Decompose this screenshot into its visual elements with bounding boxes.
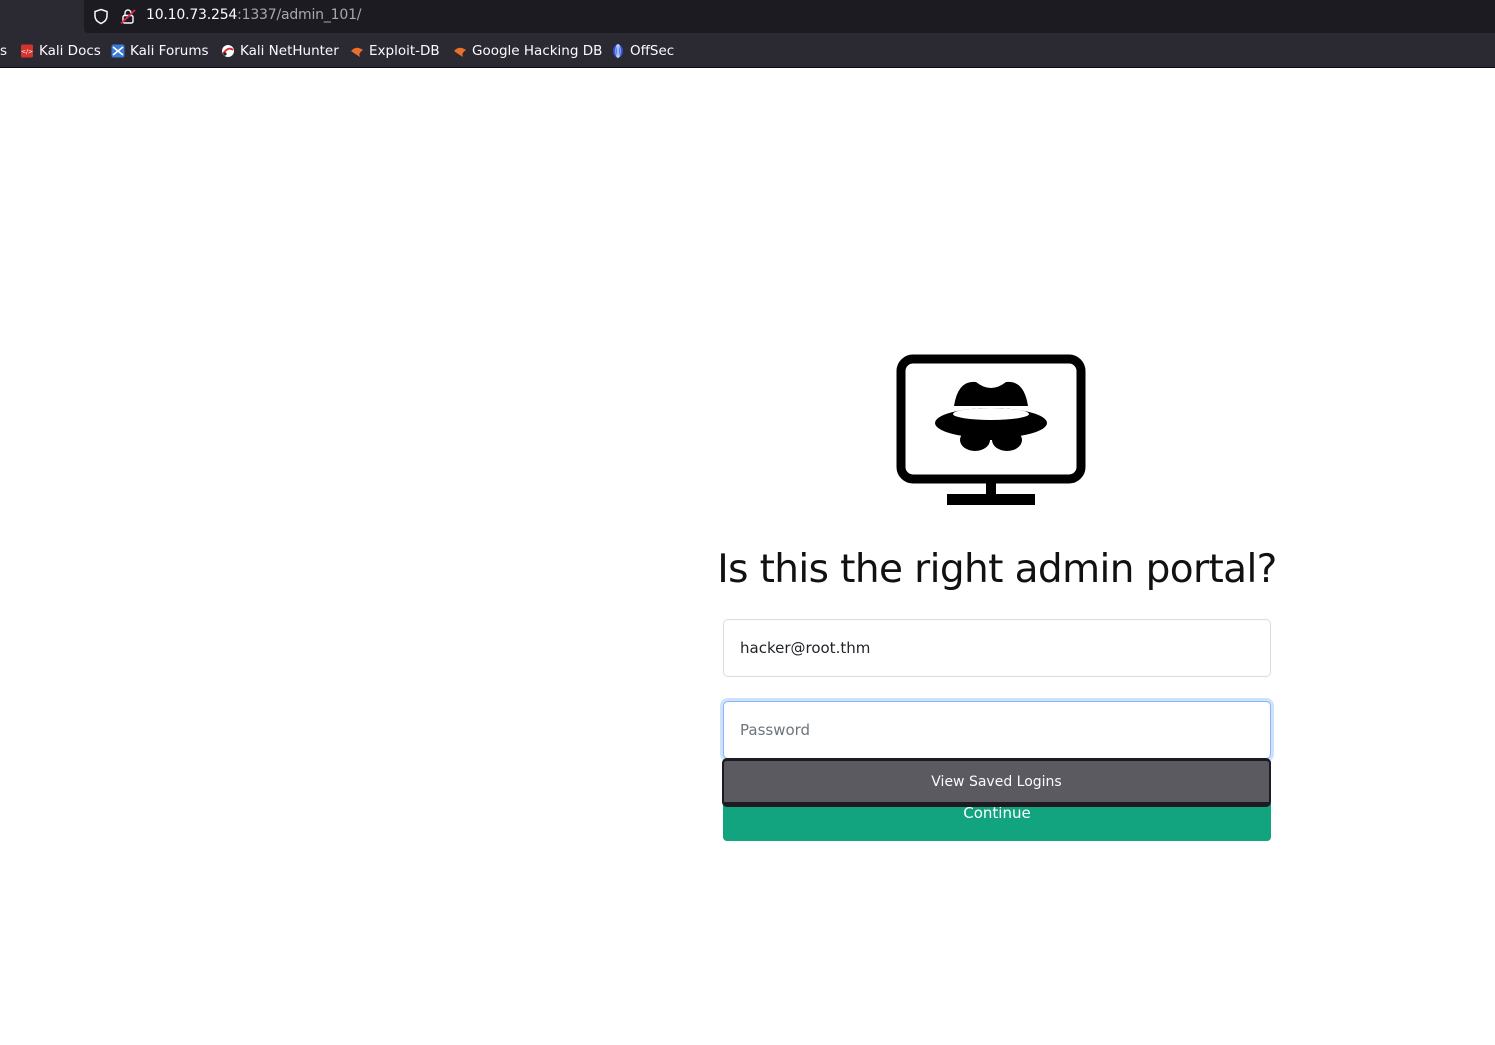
bookmark-kali-forums[interactable]: Kali Forums <box>111 42 209 60</box>
browser-toolbar: 10.10.73.254:1337/admin_101/ <box>0 0 1495 35</box>
email-value: hacker@root.thm <box>740 639 871 657</box>
bookmark-label: Exploit-DB <box>369 43 440 59</box>
bookmark-label: Kali Docs <box>39 43 101 59</box>
page-title: Is this the right admin portal? <box>717 547 1277 592</box>
bookmark-label: s <box>0 43 8 59</box>
bookmark-label: OffSec <box>630 43 675 59</box>
email-field[interactable]: hacker@root.thm <box>723 619 1271 677</box>
bookmark-google-hacking-db[interactable]: Google Hacking DB <box>453 42 602 60</box>
kali-forums-icon <box>111 44 125 58</box>
bookmarks-toolbar: s </> Kali Docs Kali Forums Kali NetHunt… <box>0 35 1495 68</box>
bookmark-exploit-db[interactable]: Exploit-DB <box>350 42 440 60</box>
kali-nethunter-icon <box>221 44 235 58</box>
bookmark-label: Kali NetHunter <box>240 43 339 59</box>
bookmark-offsec[interactable]: OffSec <box>611 42 674 60</box>
bookmark-kali-nethunter[interactable]: Kali NetHunter <box>221 42 339 60</box>
exploit-db-icon <box>350 44 364 58</box>
bookmark-kali-docs[interactable]: </> Kali Docs <box>20 42 101 60</box>
offsec-icon <box>611 44 625 58</box>
tracking-protection-shield-icon[interactable] <box>93 8 109 29</box>
bookmark-label: Kali Forums <box>130 43 209 59</box>
password-field[interactable]: Password <box>723 701 1271 759</box>
view-saved-logins-button[interactable]: View Saved Logins <box>722 758 1271 807</box>
toolbar-spacer <box>0 0 84 35</box>
svg-text:</>: </> <box>21 49 33 56</box>
bookmark-label: Google Hacking DB <box>472 43 603 59</box>
url-host: 10.10.73.254 <box>146 7 238 23</box>
saved-logins-label: View Saved Logins <box>931 773 1062 790</box>
kali-docs-icon: </> <box>20 44 34 58</box>
insecure-lock-icon[interactable] <box>120 8 136 29</box>
monitor-spy-icon <box>896 354 1086 507</box>
address-bar[interactable]: 10.10.73.254:1337/admin_101/ <box>84 0 1495 33</box>
password-placeholder: Password <box>740 721 811 739</box>
bookmark-truncated[interactable]: s <box>0 42 7 60</box>
url-text[interactable]: 10.10.73.254:1337/admin_101/ <box>146 7 361 23</box>
ghdb-icon <box>453 44 467 58</box>
url-path: :1337/admin_101/ <box>237 7 362 23</box>
